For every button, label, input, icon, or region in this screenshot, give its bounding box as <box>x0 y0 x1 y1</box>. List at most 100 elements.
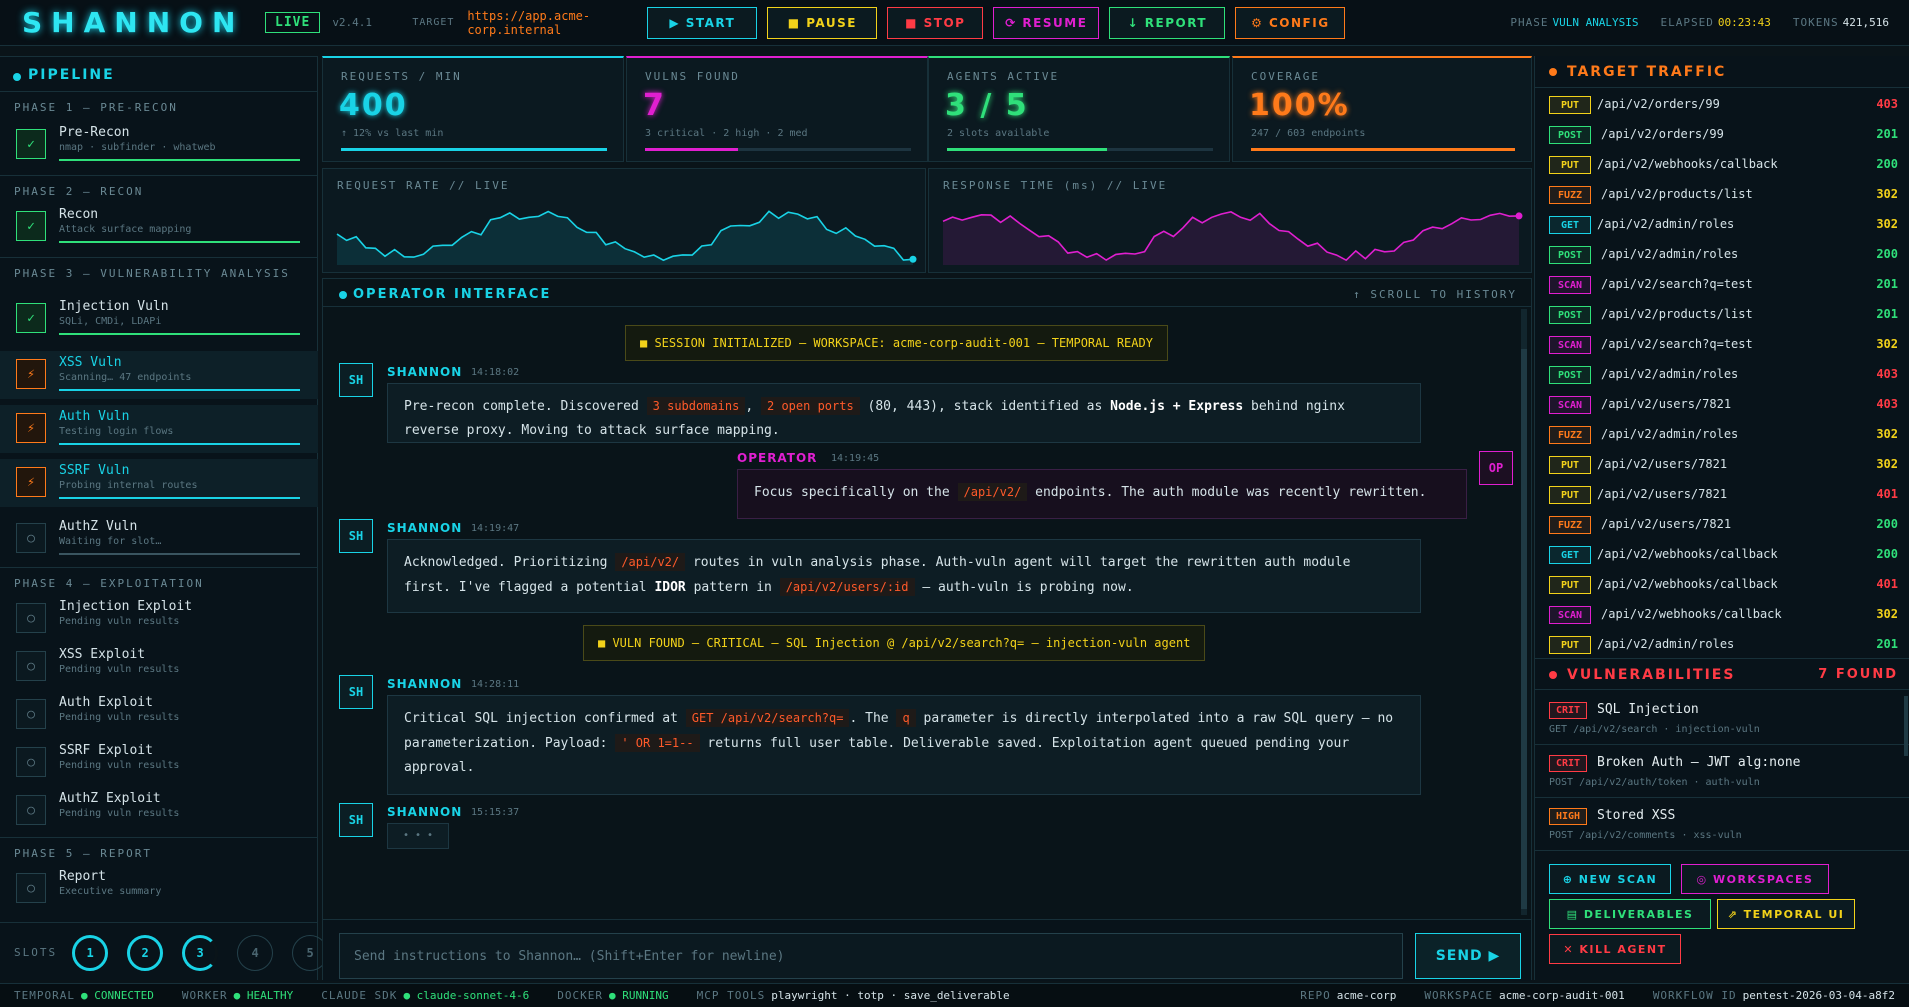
inline-code: 2 open ports <box>761 397 860 415</box>
traffic-row[interactable]: FUZZ/api/v2/admin/roles 302 <box>1535 420 1909 450</box>
phase-label: PHASE 2 — RECON <box>0 175 318 199</box>
stat-card: AGENTS ACTIVE 3 / 5 2 slots available <box>928 56 1230 162</box>
request-path: /api/v2/orders/99 <box>1601 127 1724 141</box>
step-name: Recon <box>59 207 99 222</box>
pipeline-title: PIPELINE <box>0 57 317 91</box>
method-badge: POST <box>1549 126 1591 144</box>
stat-progress-fill <box>947 148 1107 151</box>
vuln-item[interactable]: CRIT SQL Injection GET /api/v2/search · in… <box>1535 692 1909 745</box>
footer-value: acme-corp <box>1336 989 1397 1002</box>
step-progress-fill <box>59 497 300 499</box>
traffic-row[interactable]: POST/api/v2/products/list 201 <box>1535 300 1909 330</box>
phase-label: PHASE 1 — PRE-RECON <box>0 91 318 115</box>
footer-item: WORKFLOW ID pentest-2026-03-04-a8f2 <box>1653 989 1895 1002</box>
method-badge: SCAN <box>1549 396 1591 414</box>
header-btn-1[interactable]: ■ PAUSE <box>767 6 878 39</box>
pipeline-step[interactable]: ⚡ SSRF Vuln Probing internal routes <box>0 459 318 507</box>
footer-key: CLAUDE SDK <box>321 989 398 1002</box>
footer-value: ● claude-sonnet-4-6 <box>403 989 530 1002</box>
inline-code: /api/v2/users/:id <box>779 578 915 596</box>
footer-value: ● CONNECTED <box>80 989 154 1002</box>
pipeline-step[interactable]: ○ SSRF Exploit Pending vuln results <box>0 739 318 787</box>
request-path: /api/v2/admin/roles <box>1597 637 1735 651</box>
stat-progress-fill <box>341 148 607 151</box>
send-button[interactable]: SEND ▶ <box>1415 933 1521 979</box>
footer-item: WORKSPACE acme-corp-audit-001 <box>1424 989 1624 1002</box>
shannon-avatar: SH <box>339 519 373 553</box>
header-btn-2[interactable]: ■ STOP <box>887 6 984 39</box>
traffic-row[interactable]: POST/api/v2/admin/roles 403 <box>1535 360 1909 390</box>
chat-scrollbar[interactable] <box>1521 309 1527 915</box>
header-btn-3[interactable]: ⟳ RESUME <box>993 6 1100 39</box>
request-path: /api/v2/webhooks/callback <box>1597 157 1778 171</box>
method-badge: SCAN <box>1549 276 1591 294</box>
stat-card: COVERAGE 100% 247 / 603 endpoints <box>1232 56 1532 162</box>
pipeline-step[interactable]: ○ Auth Exploit Pending vuln results <box>0 691 318 739</box>
pipeline-step[interactable]: ○ Report Executive summary <box>0 865 318 913</box>
vulns-scrollbar[interactable] <box>1904 696 1908 756</box>
pipeline-step[interactable]: ✓ Pre-Recon nmap · subfinder · whatweb <box>0 121 318 169</box>
footer-item: CLAUDE SDK ● claude-sonnet-4-6 <box>321 989 529 1002</box>
header-btn-4[interactable]: ↓ REPORT <box>1109 6 1226 39</box>
traffic-row[interactable]: POST/api/v2/orders/99 201 <box>1535 120 1909 150</box>
traffic-row[interactable]: POST/api/v2/admin/roles 200 <box>1535 240 1909 270</box>
action-button-0[interactable]: ⊕ NEW SCAN <box>1549 864 1671 894</box>
inline-code: /api/v2/ <box>957 483 1028 501</box>
status-code: 201 <box>1876 127 1898 141</box>
vuln-alert-message: ■ VULN FOUND — CRITICAL — SQL Injection … <box>583 625 1206 661</box>
traffic-row[interactable]: FUZZ/api/v2/users/7821 200 <box>1535 510 1909 540</box>
action-button-2[interactable]: ▤ DELIVERABLES <box>1549 899 1711 929</box>
circle-icon: ○ <box>16 873 46 903</box>
header-btn-0[interactable]: ▶ START <box>647 6 758 39</box>
bolt-icon: ⚡ <box>16 359 46 389</box>
traffic-row[interactable]: GET/api/v2/webhooks/callback 200 <box>1535 540 1909 570</box>
severity-badge: CRIT <box>1549 702 1588 719</box>
pipeline-step[interactable]: ✓ Recon Attack surface mapping <box>0 203 318 251</box>
traffic-row[interactable]: PUT/api/v2/users/7821 401 <box>1535 480 1909 510</box>
phase-label: PHASE 4 — EXPLOITATION <box>0 567 318 591</box>
pipeline-step[interactable]: ⚡ XSS Vuln Scanning… 47 endpoints <box>0 351 318 399</box>
pipeline-step[interactable]: ○ XSS Exploit Pending vuln results <box>0 643 318 691</box>
pipeline-step[interactable]: ✓ Injection Vuln SQLi, CMDi, LDAPi <box>0 295 318 343</box>
status-code: 200 <box>1876 247 1898 261</box>
action-button-4[interactable]: ✕ KILL AGENT <box>1549 934 1681 964</box>
step-sub: Testing login flows <box>59 426 174 437</box>
elapsed-status: ELAPSED 00:23:43 <box>1660 16 1771 29</box>
status-dot-icon <box>1549 68 1557 76</box>
action-button-1[interactable]: ◎ WORKSPACES <box>1681 864 1829 894</box>
traffic-row[interactable]: PUT/api/v2/webhooks/callback 401 <box>1535 570 1909 600</box>
scroll-to-history-link[interactable]: ↑ SCROLL TO HISTORY <box>1353 288 1517 301</box>
header-btn-5[interactable]: ⚙ CONFIG <box>1235 6 1346 39</box>
status-dot-icon <box>339 291 347 299</box>
traffic-row[interactable]: PUT/api/v2/admin/roles 201 <box>1535 630 1909 660</box>
request-path: /api/v2/admin/roles <box>1601 367 1739 381</box>
stat-card: REQUESTS / MIN 400 ↑ 12% vs last min <box>322 56 624 162</box>
traffic-row[interactable]: GET/api/v2/admin/roles 302 <box>1535 210 1909 240</box>
operator-interface: OPERATOR INTERFACE ↑ SCROLL TO HISTORY ■… <box>322 278 1532 981</box>
traffic-row[interactable]: FUZZ/api/v2/products/list 302 <box>1535 180 1909 210</box>
pipeline-step[interactable]: ○ AuthZ Vuln Waiting for slot… <box>0 515 318 563</box>
traffic-row[interactable]: PUT/api/v2/users/7821 302 <box>1535 450 1909 480</box>
instruction-input[interactable] <box>339 933 1403 979</box>
method-badge: PUT <box>1549 96 1591 114</box>
action-button-3[interactable]: ⇗ TEMPORAL UI <box>1717 899 1855 929</box>
vuln-item[interactable]: HIGH Stored XSS POST /api/v2/comments · xs… <box>1535 798 1909 851</box>
traffic-row[interactable]: SCAN/api/v2/webhooks/callback 302 <box>1535 600 1909 630</box>
footer-key: DOCKER <box>557 989 604 1002</box>
message-time: 14:19:47 <box>471 523 520 534</box>
traffic-row[interactable]: PUT/api/v2/webhooks/callback 200 <box>1535 150 1909 180</box>
traffic-row[interactable]: SCAN/api/v2/search?q=test 302 <box>1535 330 1909 360</box>
message-bubble: Focus specifically on the /api/v2/ endpo… <box>737 469 1467 519</box>
pipeline-step[interactable]: ○ AuthZ Exploit Pending vuln results <box>0 787 318 835</box>
step-name: SSRF Exploit <box>59 743 153 758</box>
traffic-row[interactable]: SCAN/api/v2/search?q=test 201 <box>1535 270 1909 300</box>
vuln-sub: POST /api/v2/auth/token · auth-vuln <box>1549 777 1760 788</box>
pipeline-step[interactable]: ○ Injection Exploit Pending vuln results <box>0 595 318 643</box>
traffic-row[interactable]: PUT/api/v2/orders/99 403 <box>1535 90 1909 120</box>
vuln-title: Broken Auth — JWT alg:none <box>1597 755 1801 770</box>
traffic-row[interactable]: SCAN/api/v2/users/7821 403 <box>1535 390 1909 420</box>
method-badge: PUT <box>1549 456 1591 474</box>
pipeline-step[interactable]: ⚡ Auth Vuln Testing login flows <box>0 405 318 453</box>
inline-code: /api/v2/ <box>615 553 686 571</box>
vuln-item[interactable]: CRIT Broken Auth — JWT alg:none POST /api/… <box>1535 745 1909 798</box>
